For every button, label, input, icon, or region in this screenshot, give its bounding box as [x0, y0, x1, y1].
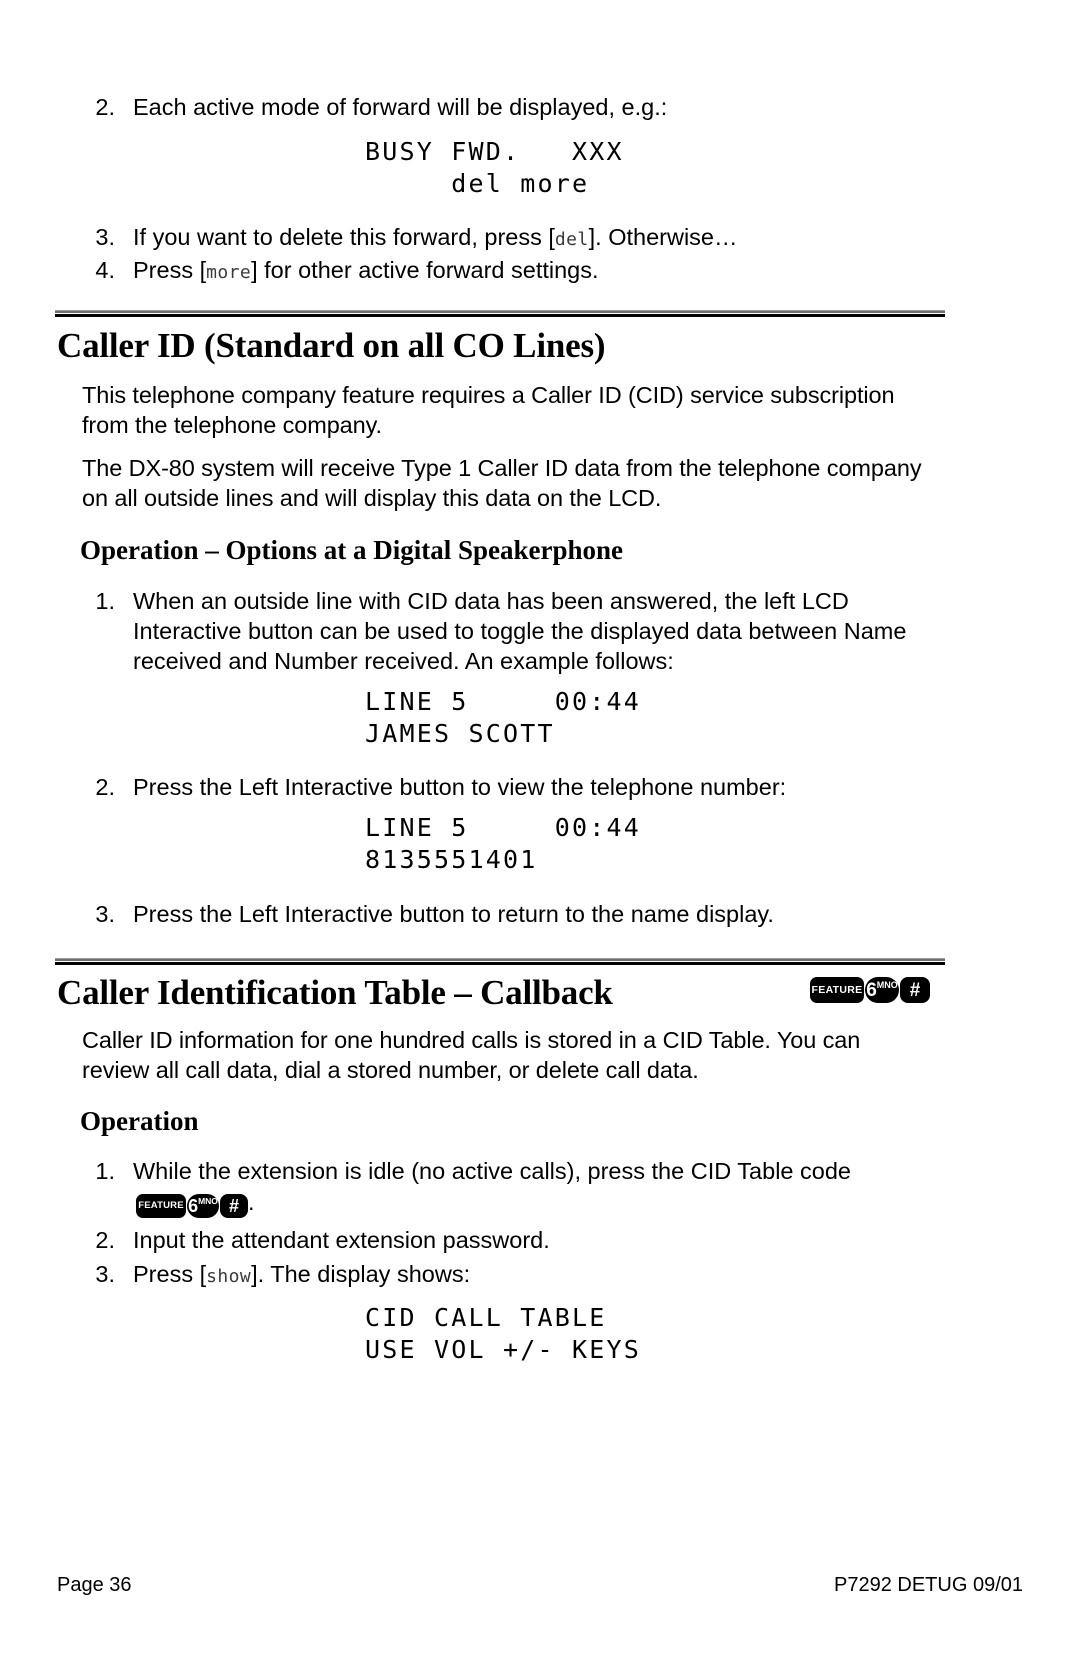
list-number: 1.	[95, 1158, 115, 1184]
list-text-pre: Press [	[133, 1261, 207, 1287]
list-number: 4.	[95, 257, 115, 283]
digit-6-label: 6	[188, 1195, 199, 1216]
step-trailing-period: .	[248, 1189, 255, 1215]
lcd-line-2: JAMES SCOTT	[365, 719, 555, 748]
lcd-line-1: LINE 5 00:44	[365, 813, 642, 842]
list-item: 1. When an outside line with CID data ha…	[85, 586, 940, 676]
keypad-shortcut-heading: FEATURE 6 MNO #	[810, 977, 930, 1003]
lcd-line-1: LINE 5 00:44	[365, 687, 642, 716]
lcd-display-caller-number: LINE 5 00:44 8135551401	[365, 812, 641, 876]
digit-6-key[interactable]: 6 MNO	[865, 977, 899, 1003]
feature-key[interactable]: FEATURE	[810, 977, 864, 1003]
softkey-more[interactable]: more	[206, 262, 251, 283]
list-text: If you want to delete this forward, pres…	[133, 222, 738, 255]
section-heading-caller-id: Caller ID (Standard on all CO Lines)	[57, 326, 606, 365]
lcd-line-2: 8135551401	[365, 845, 538, 874]
lcd-display-caller-name: LINE 5 00:44 JAMES SCOTT	[365, 686, 641, 750]
list-number: 3.	[95, 901, 115, 927]
footer-page-number: Page 36	[57, 1574, 132, 1596]
list-item: 1. While the extension is idle (no activ…	[85, 1156, 940, 1186]
list-text: While the extension is idle (no active c…	[133, 1158, 851, 1184]
hash-key[interactable]: #	[220, 1193, 248, 1218]
list-number: 3.	[95, 224, 115, 250]
paragraph-caller-id-1: This telephone company feature requires …	[82, 382, 895, 438]
list-text-post: ]. The display shows:	[251, 1261, 471, 1287]
lcd-display-busy-forward: BUSY FWD. XXX del more	[365, 136, 624, 200]
lcd-line-1: CID CALL TABLE	[365, 1303, 607, 1332]
list-text: Each active mode of forward will be disp…	[133, 94, 668, 120]
feature-key[interactable]: FEATURE	[136, 1193, 186, 1218]
list-item: 4. Press [more] for other active forward…	[85, 255, 945, 288]
lcd-line-2: USE VOL +/- KEYS	[365, 1335, 642, 1364]
list-text: Press [more] for other active forward se…	[133, 255, 599, 288]
list-number: 2.	[95, 774, 115, 800]
list-text-pre: If you want to delete this forward, pres…	[133, 224, 555, 250]
hash-key[interactable]: #	[900, 977, 930, 1003]
softkey-show[interactable]: show	[206, 1266, 251, 1287]
list-number: 2.	[95, 94, 115, 120]
list-text: Input the attendant extension password.	[133, 1227, 550, 1253]
footer-doc-code: P7292 DETUG 09/01	[834, 1574, 1023, 1596]
list-text: Press [show]. The display shows:	[133, 1259, 470, 1292]
list-item: 2. Each active mode of forward will be d…	[85, 92, 945, 122]
list-item: 3. Press the Left Interactive button to …	[85, 899, 940, 929]
document-page: 2. Each active mode of forward will be d…	[0, 0, 1080, 1669]
list-text-pre: Press [	[133, 257, 207, 283]
softkey-del[interactable]: del	[555, 229, 589, 250]
list-number: 1.	[95, 588, 115, 614]
section-divider	[55, 958, 945, 965]
section-divider	[55, 310, 945, 317]
subheading-operation: Operation	[80, 1106, 199, 1136]
digit-6-label: 6	[866, 979, 877, 1001]
section-heading-cid-table: Caller Identification Table – Callback	[57, 973, 613, 1012]
list-text: Press the Left Interactive button to vie…	[133, 774, 787, 800]
digit-6-letters: MNO	[876, 979, 898, 990]
page-footer: Page 36 P7292 DETUG 09/01	[57, 1574, 1023, 1597]
digit-6-letters: MNO	[198, 1195, 218, 1206]
lcd-display-cid-call-table: CID CALL TABLE USE VOL +/- KEYS	[365, 1302, 641, 1366]
list-text-post: ]. Otherwise…	[588, 224, 738, 250]
step-keypad-wrapper: FEATURE 6 MNO # .	[136, 1187, 255, 1218]
list-item: 3. Press [show]. The display shows:	[85, 1259, 940, 1292]
list-number: 2.	[95, 1227, 115, 1253]
hash-key-label: #	[909, 979, 921, 1001]
list-text: When an outside line with CID data has b…	[133, 588, 907, 674]
list-number: 3.	[95, 1261, 115, 1287]
paragraph-caller-id-2: The DX-80 system will receive Type 1 Cal…	[82, 455, 922, 511]
hash-key-label: #	[228, 1195, 239, 1216]
keypad-shortcut-step: FEATURE 6 MNO #	[136, 1193, 248, 1218]
lcd-line-2: del more	[365, 169, 590, 198]
list-text-post: ] for other active forward settings.	[251, 257, 599, 283]
list-text: Press the Left Interactive button to ret…	[133, 901, 774, 927]
paragraph-cid-table: Caller ID information for one hundred ca…	[82, 1027, 861, 1083]
lcd-line-1: BUSY FWD. XXX	[365, 137, 624, 166]
digit-6-key[interactable]: 6 MNO	[187, 1193, 219, 1218]
list-item: 3. If you want to delete this forward, p…	[85, 222, 945, 255]
subheading-operation-speakerphone: Operation – Options at a Digital Speaker…	[80, 535, 624, 565]
list-item: 2. Press the Left Interactive button to …	[85, 772, 940, 802]
list-item: 2. Input the attendant extension passwor…	[85, 1225, 940, 1255]
